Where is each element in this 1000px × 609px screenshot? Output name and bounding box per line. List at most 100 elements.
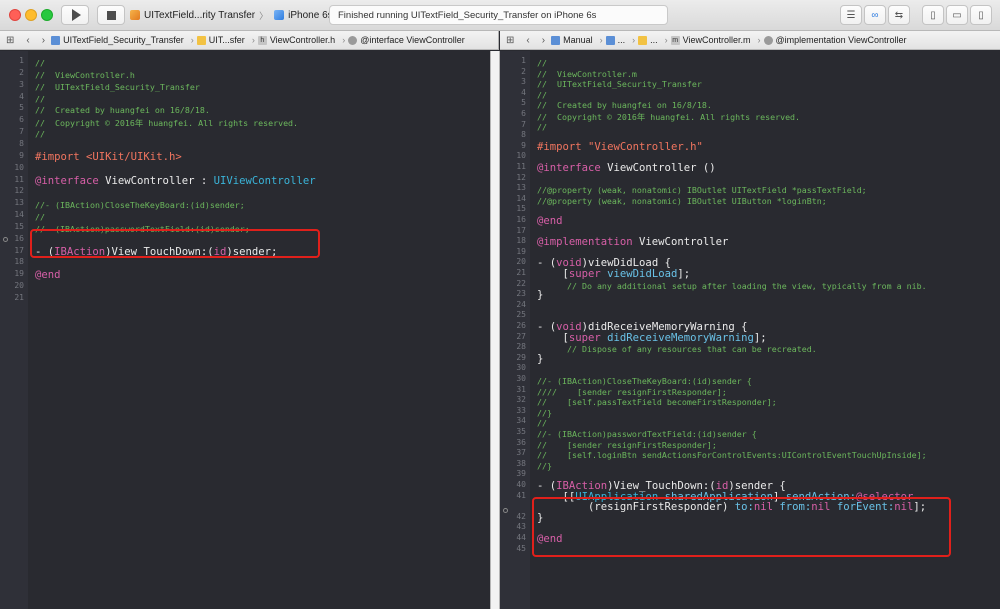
code-line[interactable]: // Created by huangfei on 16/8/18.	[35, 105, 210, 115]
class-symbol-icon	[763, 35, 773, 45]
code-line[interactable]: // Copyright © 2016年 huangfei. All right…	[35, 117, 298, 129]
code-line[interactable]: #import <UIKit/UIKit.h>	[35, 151, 182, 163]
line-number: 2	[521, 66, 526, 76]
toggle-utilities-button[interactable]: ▯	[970, 5, 992, 25]
jumpbar-label: ViewController.m	[682, 35, 751, 45]
scheme-selector[interactable]: UITextField...rity Transfer 〉 iPhone 6s	[130, 6, 333, 24]
jumpbar-label: @interface ViewController	[360, 35, 465, 45]
related-items-icon[interactable]: ⊞	[500, 35, 520, 46]
code-line[interactable]: @end	[537, 215, 563, 227]
line-number: 15	[14, 221, 24, 231]
code-line[interactable]: // Do any additional setup after loading…	[537, 281, 927, 291]
line-number: 16	[516, 215, 526, 224]
code-line[interactable]: //	[35, 129, 45, 139]
code-line[interactable]: //@property (weak, nonatomic) IBOutlet U…	[537, 196, 827, 206]
window-close-button[interactable]	[9, 9, 21, 21]
jumpbar-file[interactable]: h ViewController.h	[257, 35, 335, 45]
code-line[interactable]: [super didReceiveMemoryWarning];	[537, 332, 767, 344]
jumpbar-project[interactable]: UITextField_Security_Transfer	[51, 35, 184, 45]
code-token: ];	[677, 268, 691, 280]
chevron-right-icon: ›	[342, 35, 346, 45]
code-line[interactable]: // Copyright © 2016年 huangfei. All right…	[537, 111, 800, 123]
line-number: 3	[19, 79, 24, 89]
related-items-icon[interactable]: ⊞	[0, 35, 20, 46]
code-line[interactable]: //	[537, 58, 547, 68]
version-editor-button[interactable]: ⇆	[888, 5, 910, 25]
code-line[interactable]: // ViewController.h	[35, 70, 135, 80]
code-line[interactable]: }	[537, 289, 543, 301]
chevron-right-icon: ›	[757, 35, 761, 45]
jumpbar-file[interactable]: m ViewController.m	[670, 35, 751, 45]
chevron-right-icon: ›	[632, 35, 636, 45]
jumpbar-project[interactable]: ...	[605, 35, 625, 45]
code-token: // [self.loginBtn sendActionsForControlE…	[537, 450, 927, 461]
code-token: // ViewController.h	[35, 69, 135, 80]
code-line[interactable]: //	[35, 94, 45, 104]
line-number: 21	[14, 293, 24, 302]
editor-split-divider[interactable]	[490, 51, 500, 609]
jumpbar-label: @implementation ViewController	[775, 35, 907, 45]
code-line[interactable]: //	[35, 212, 45, 222]
code-line[interactable]: //// [sender resignFirstResponder];	[537, 387, 727, 397]
jumpbar-group[interactable]: ...	[638, 35, 658, 45]
toggle-debug-area-button[interactable]: ▭	[946, 5, 968, 25]
left-code-editor[interactable]: // // ViewController.h // UITextField_Secu…	[0, 51, 490, 609]
code-line[interactable]: //- (IBAction)CloseTheKeyBoard:(id)sende…	[35, 200, 245, 210]
code-line[interactable]: }	[537, 353, 543, 365]
line-number: 35	[516, 427, 526, 436]
folder-icon	[196, 35, 206, 45]
code-line[interactable]: [super viewDidLoad];	[537, 268, 691, 280]
ibaction-connection-dot[interactable]	[503, 508, 508, 513]
code-line[interactable]: // ViewController.m	[537, 69, 637, 79]
line-number: 39	[516, 469, 526, 479]
standard-editor-button[interactable]: ☰	[840, 5, 862, 25]
code-line[interactable]: //	[35, 58, 45, 68]
code-line[interactable]: // UITextField_Security_Transfer	[35, 82, 200, 92]
jumpbar-group[interactable]: UIT...sfer	[196, 35, 245, 45]
code-line[interactable]: //- (IBAction)CloseTheKeyBoard:(id)sende…	[537, 376, 752, 386]
project-icon	[51, 35, 61, 45]
window-zoom-button[interactable]	[41, 9, 53, 21]
code-token: ViewController	[632, 236, 729, 249]
ibaction-connection-dot[interactable]	[3, 237, 8, 242]
code-line[interactable]: // [self.loginBtn sendActionsForControlE…	[537, 450, 927, 460]
code-line[interactable]: @end	[35, 269, 61, 281]
assistant-editor-button[interactable]: ∞	[864, 5, 886, 25]
code-line[interactable]: // [self.passTextField becomeFirstRespon…	[537, 397, 777, 407]
code-line[interactable]: //@property (weak, nonatomic) IBOutlet U…	[537, 185, 867, 195]
right-code-editor[interactable]: //// ViewController.m// UITextField_Secu…	[500, 51, 1000, 609]
chevron-right-icon: ›	[251, 35, 255, 45]
line-number: 15	[516, 204, 526, 214]
code-token: // Dispose of any resources that can be …	[537, 344, 817, 355]
code-token: //// [sender resignFirstResponder];	[537, 386, 727, 397]
stop-button[interactable]	[97, 5, 125, 25]
code-line[interactable]: @interface ViewController ()	[537, 162, 716, 174]
forward-arrow-icon[interactable]: ›	[36, 35, 51, 46]
code-line[interactable]: @implementation ViewController	[537, 236, 728, 248]
window-minimize-button[interactable]	[25, 9, 37, 21]
code-line[interactable]: //	[537, 122, 547, 132]
code-line[interactable]: //}	[537, 408, 552, 418]
code-line[interactable]: // UITextField_Security_Transfer	[537, 79, 702, 89]
line-number: 22	[516, 278, 526, 288]
code-line[interactable]: // Dispose of any resources that can be …	[537, 344, 817, 354]
code-line[interactable]: #import "ViewController.h"	[537, 141, 703, 153]
back-arrow-icon[interactable]: ‹	[20, 35, 35, 46]
jumpbar-mode-manual[interactable]: Manual	[551, 35, 593, 45]
code-line[interactable]: //	[537, 90, 547, 100]
line-number: 9	[19, 150, 24, 160]
code-line[interactable]: // [sender resignFirstResponder];	[537, 440, 717, 450]
chevron-right-icon: ›	[190, 35, 194, 45]
back-arrow-icon[interactable]: ‹	[520, 35, 535, 46]
code-line[interactable]: // Created by huangfei on 16/8/18.	[537, 100, 712, 110]
code-line[interactable]: //}	[537, 461, 552, 471]
run-button[interactable]	[61, 5, 89, 25]
code-line[interactable]: @interface ViewController : UIViewContro…	[35, 175, 316, 187]
toggle-navigator-button[interactable]: ▯	[922, 5, 944, 25]
app-target-icon	[130, 10, 140, 20]
jumpbar-symbol[interactable]: @interface ViewController	[348, 35, 465, 45]
code-line[interactable]: //- (IBAction)passwordTextField:(id)send…	[537, 429, 757, 439]
forward-arrow-icon[interactable]: ›	[536, 35, 551, 46]
jumpbar-symbol[interactable]: @implementation ViewController	[763, 35, 907, 45]
code-line[interactable]: //	[537, 418, 547, 428]
